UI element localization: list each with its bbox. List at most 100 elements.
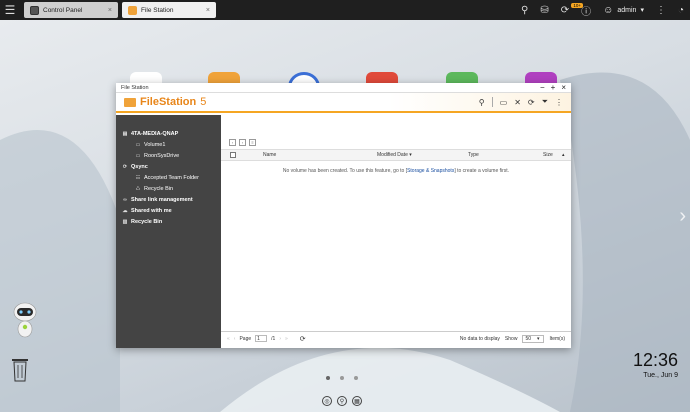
trash-icon[interactable] <box>10 356 30 382</box>
desktop-page-indicator <box>326 376 358 380</box>
sidebar-item-label: Volume1 <box>144 141 166 148</box>
taskbar-right: ⚲ ⛁ ⟳ ⓘ ☺ admin ▾ ⋮ ◔ <box>521 0 684 20</box>
app-version: 5 <box>200 96 207 108</box>
column-size[interactable]: Size <box>543 152 553 158</box>
refresh-icon[interactable]: ⟳ <box>528 98 535 107</box>
sidebar-item-nas[interactable]: ▤ 4TA-MEDIA-QNAP <box>116 128 221 139</box>
sync-icon[interactable]: ⟳ <box>561 5 569 16</box>
first-page-icon[interactable]: « <box>227 336 230 342</box>
sidebar-item-accepted-team-folder[interactable]: ☷ Accepted Team Folder <box>116 172 221 183</box>
minimize-icon[interactable]: − <box>540 83 545 92</box>
sidebar: ▤ 4TA-MEDIA-QNAP ▭ Volume1 ▭ RoonSysDriv… <box>116 115 221 348</box>
page-size-select[interactable]: 50 ▾ <box>522 334 545 343</box>
header-tools: ⚲ ▭ ✕ ⟳ ⏷ ⋮ <box>479 97 563 107</box>
tab-file-station[interactable]: File Station × <box>122 2 216 18</box>
control-panel-icon <box>30 5 39 15</box>
taskbar: ☰ Control Panel × File Station × ⚲ ⛁ ⟳ ⓘ… <box>0 0 690 20</box>
file-station-window: File Station − + × FileStation 5 ⚲ ▭ ✕ ⟳… <box>116 83 571 348</box>
app-name: FileStation <box>140 96 197 108</box>
app-logo: FileStation 5 <box>124 96 206 108</box>
search-icon[interactable]: ⚲ <box>337 396 347 406</box>
maximize-icon[interactable]: + <box>551 83 556 92</box>
app-header: FileStation 5 ⚲ ▭ ✕ ⟳ ⏷ ⋮ <box>116 93 571 113</box>
items-label: Item(s) <box>549 335 565 342</box>
pagination-bar: « ‹ Page 1 /1 › » ⟳ No data to display S… <box>221 331 571 345</box>
page-dot[interactable] <box>340 376 344 380</box>
search-icon[interactable]: ⚲ <box>479 98 485 107</box>
sidebar-item-label: Share link management <box>131 196 193 203</box>
sidebar-item-roonsysdrive[interactable]: ▭ RoonSysDrive <box>116 150 221 161</box>
dashboard-icon[interactable]: ◔ <box>678 5 684 16</box>
filter-icon[interactable]: ⏷ <box>542 97 548 107</box>
empty-message-text-end: ] to create a volume first. <box>454 168 510 174</box>
pager-right: No data to display Show 50 ▾ Item(s) <box>459 334 571 343</box>
clock-time: 12:36 <box>632 350 678 370</box>
desktop-bottom-tools: ◎ ⚲ ▦ <box>322 396 362 406</box>
shared-icon: ☁ <box>122 207 128 214</box>
close-icon[interactable]: × <box>561 83 566 92</box>
sidebar-item-volume1[interactable]: ▭ Volume1 <box>116 139 221 150</box>
sidebar-item-label: Shared with me <box>131 207 172 214</box>
window-controls: − + × <box>540 83 566 92</box>
sidebar-item-label: Qsync <box>131 163 148 170</box>
close-icon[interactable]: × <box>108 7 112 14</box>
file-list-panel: ‹ › ≡ Name Modified Date ▾ Type Size ▴ N… <box>221 115 571 348</box>
status-text: No data to display <box>459 335 500 342</box>
user-icon: ☺ <box>603 4 614 16</box>
desktop-tool-icon[interactable]: ◎ <box>322 396 332 406</box>
link-icon: ∞ <box>123 196 127 203</box>
forward-icon[interactable]: › <box>239 138 246 146</box>
page-dot[interactable] <box>354 376 358 380</box>
main-menu-icon[interactable]: ☰ <box>0 0 20 20</box>
clock-date: Tue., Jun 9 <box>643 372 678 379</box>
storage-snapshots-link[interactable]: Storage & Snapshots <box>407 168 454 174</box>
column-modified-date[interactable]: Modified Date ▾ <box>377 152 412 158</box>
tab-control-panel[interactable]: Control Panel × <box>24 2 118 18</box>
notification-badge: 10+ <box>571 3 583 8</box>
sidebar-item-label: 4TA-MEDIA-QNAP <box>131 130 179 137</box>
column-type[interactable]: Type <box>468 152 479 158</box>
sidebar-item-label: Recycle Bin <box>144 185 174 192</box>
search-icon[interactable]: ⚲ <box>521 5 528 16</box>
more-icon[interactable]: ⋮ <box>656 5 666 16</box>
select-all-checkbox[interactable] <box>230 152 236 158</box>
back-icon[interactable]: ‹ <box>229 138 236 146</box>
chevron-down-icon: ▾ <box>409 152 412 158</box>
page-dot[interactable] <box>326 376 330 380</box>
empty-message-text: No volume has been created. To use this … <box>282 168 408 174</box>
next-page-icon[interactable]: › <box>279 336 281 342</box>
next-desktop-arrow-icon[interactable]: › <box>679 205 686 228</box>
tab-label: File Station <box>141 6 174 14</box>
apps-icon[interactable]: ▦ <box>352 396 362 406</box>
page-total: /1 <box>271 335 276 342</box>
sidebar-item-shared-with-me[interactable]: ☁ Shared with me <box>116 205 221 216</box>
column-menu-icon[interactable]: ▴ <box>562 152 565 158</box>
window-title: File Station <box>121 84 149 91</box>
more-icon[interactable]: ⋮ <box>555 98 563 107</box>
empty-message: No volume has been created. To use this … <box>221 168 571 174</box>
sidebar-item-qsync-recycle-bin[interactable]: ♺ Recycle Bin <box>116 183 221 194</box>
recycle-icon: ♺ <box>135 185 141 192</box>
remote-mount-icon[interactable]: ✕ <box>514 98 521 107</box>
page-input[interactable]: 1 <box>255 335 268 342</box>
drive-icon: ▭ <box>135 141 141 148</box>
last-page-icon[interactable]: » <box>285 336 288 342</box>
tasks-icon[interactable]: ⛁ <box>540 5 548 16</box>
list-view-icon[interactable]: ≡ <box>249 138 256 146</box>
chevron-down-icon: ▾ <box>537 335 540 342</box>
refresh-icon[interactable]: ⟳ <box>300 335 306 343</box>
divider <box>491 97 493 107</box>
close-icon[interactable]: × <box>206 7 210 14</box>
assistant-robot-icon[interactable] <box>10 300 40 340</box>
tab-label: Control Panel <box>43 6 83 14</box>
prev-page-icon[interactable]: ‹ <box>234 336 236 342</box>
user-menu[interactable]: ☺ admin ▾ <box>603 5 644 16</box>
column-name[interactable]: Name <box>263 152 276 158</box>
window-titlebar[interactable]: File Station − + × <box>116 83 571 93</box>
sidebar-item-recycle-bin[interactable]: ▥ Recycle Bin <box>116 216 221 227</box>
sidebar-item-share-link-management[interactable]: ∞ Share link management <box>116 194 221 205</box>
sidebar-item-qsync[interactable]: ⟳ Qsync <box>116 161 221 172</box>
drive-icon: ▭ <box>135 152 141 159</box>
storage-icon[interactable]: ▭ <box>500 98 508 107</box>
sidebar-item-label: Recycle Bin <box>131 218 163 225</box>
